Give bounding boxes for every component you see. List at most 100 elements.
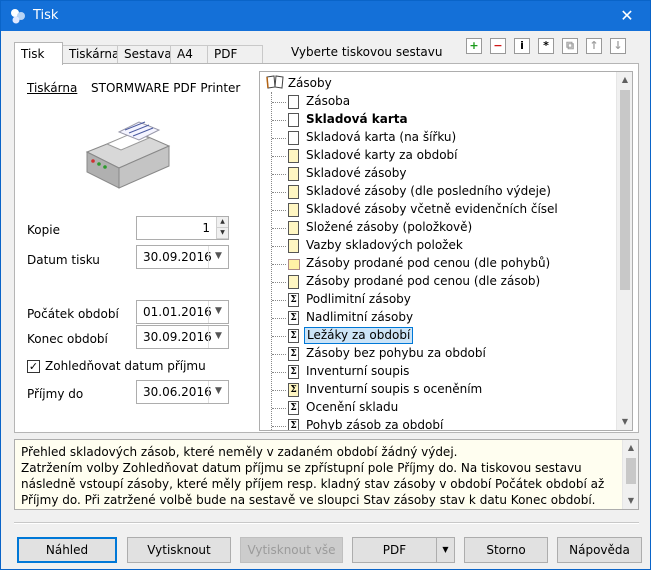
tab-a4[interactable]: A4 — [170, 45, 208, 64]
tree-connector — [272, 300, 286, 301]
tree-item-label: Skladové zásoby (dle posledního výdeje) — [306, 184, 551, 198]
tree-connector — [272, 408, 286, 409]
description-box: Přehled skladových zásob, které neměly v… — [14, 439, 639, 510]
kopie-label: Kopie — [27, 223, 60, 237]
konec-field[interactable]: 30.09.2016 ▼ — [136, 325, 229, 349]
tree-item-label: Skladové karty za období — [306, 148, 458, 162]
zohlednovat-label[interactable]: Zohledňovat datum příjmu — [45, 359, 206, 373]
chevron-down-icon[interactable]: ▼ — [208, 326, 228, 348]
sigma-icon: Σ — [288, 419, 299, 430]
printer-name: STORMWARE PDF Printer — [91, 81, 241, 95]
zohlednovat-checkbox[interactable]: ✓ — [27, 360, 40, 373]
sigma-icon: Σ — [288, 401, 299, 415]
scroll-thumb[interactable] — [626, 458, 636, 484]
description-line-1: Přehled skladových zásob, které neměly v… — [21, 445, 458, 459]
copy-icon[interactable]: ⧉ — [562, 38, 578, 54]
printer-icon — [85, 121, 171, 189]
tree-item-label: Podlimitní zásoby — [306, 292, 411, 306]
page-icon — [288, 131, 299, 145]
sigma-icon: Σ — [288, 383, 299, 397]
printer-label[interactable]: Tiskárna — [27, 81, 77, 95]
sigma-icon: Σ — [288, 311, 299, 325]
pocatek-label: Počátek období — [27, 307, 119, 321]
remove-report-icon[interactable]: − — [490, 38, 506, 54]
separator — [14, 522, 639, 524]
yellow-page-icon — [288, 167, 299, 181]
datum-tisku-label: Datum tisku — [27, 253, 100, 267]
close-icon[interactable]: ✕ — [604, 1, 650, 31]
yellow-page-icon — [288, 203, 299, 217]
tree-root-label: Zásoby — [287, 76, 332, 90]
page-icon — [288, 113, 299, 127]
tree-item-label: Inventurní soupis s oceněním — [306, 382, 483, 396]
tree-connector — [272, 282, 286, 283]
tree-item-label: Ležáky za období — [304, 327, 414, 344]
tree-scrollbar[interactable]: ▲ ▼ — [616, 72, 632, 430]
description-line-2: Zatržením volby Zohledňovat datum příjmu… — [21, 461, 605, 507]
nahled-button[interactable]: Náhled — [17, 537, 117, 563]
tree-connector — [272, 264, 286, 265]
report-tree[interactable]: Zásoby Zásoba Skladová karta Skladová kart… — [259, 71, 633, 431]
sigma-icon: Σ — [288, 365, 299, 379]
tree-item-label: Ocenění skladu — [306, 400, 399, 414]
datum-tisku-field[interactable]: 30.09.2016 ▼ — [136, 245, 229, 269]
pdf-button[interactable]: PDF ▼ — [352, 537, 455, 563]
tree-header: Vyberte tiskovou sestavu — [291, 45, 443, 59]
yellow-page-icon — [288, 239, 299, 253]
scroll-thumb[interactable] — [620, 90, 630, 290]
chevron-down-icon[interactable]: ▼ — [208, 246, 228, 268]
tree-connector — [272, 390, 286, 391]
open-book-icon — [266, 75, 284, 89]
scroll-up-icon[interactable]: ▲ — [617, 72, 632, 88]
napoveda-button[interactable]: Nápověda — [557, 537, 642, 563]
storno-button[interactable]: Storno — [464, 537, 548, 563]
tree-item-label: Zásoba — [306, 94, 351, 108]
prijmy-do-label: Příjmy do — [27, 387, 84, 401]
tree-item-label: Skladové zásoby včetně evidenčních čísel — [306, 202, 558, 216]
spin-up-icon[interactable]: ▲ — [217, 217, 228, 228]
tab-pdf[interactable]: PDF — [207, 45, 263, 64]
move-up-icon[interactable]: ↑ — [586, 38, 602, 54]
print-dialog: Tisk ✕ Tisk Tiskárna Sestava A4 PDF Vybe… — [0, 0, 651, 570]
info-icon[interactable]: i — [514, 38, 530, 54]
pocatek-field[interactable]: 01.01.2016 ▼ — [136, 300, 229, 324]
tree-item-label: Zásoby bez pohybu za období — [306, 346, 486, 360]
tab-panel-tisk: Tiskárna STORMWARE PDF Printer Kopie 1 ▲… — [14, 63, 639, 433]
tree-item-label: Skladová karta (na šířku) — [306, 130, 457, 144]
vytisknout-button[interactable]: Vytisknout — [127, 537, 231, 563]
tab-tisk[interactable]: Tisk — [14, 42, 63, 65]
tree-root[interactable]: Zásoby — [266, 75, 332, 93]
add-report-icon[interactable]: + — [466, 38, 482, 54]
spin-down-icon[interactable]: ▼ — [217, 228, 228, 239]
tree-item-label: Inventurní soupis — [306, 364, 410, 378]
tree-item-label: Nadlimitní zásoby — [306, 310, 414, 324]
yellow-page-icon — [288, 221, 299, 235]
yellow-page-icon — [288, 185, 299, 199]
app-icon — [11, 9, 25, 24]
chevron-down-icon[interactable]: ▼ — [208, 301, 228, 323]
kopie-spin[interactable]: ▲ ▼ — [216, 217, 228, 239]
asterisk-icon[interactable]: * — [538, 38, 554, 54]
scroll-down-icon[interactable]: ▼ — [623, 493, 639, 509]
tree-connector — [272, 354, 286, 355]
kopie-stepper[interactable]: 1 ▲ ▼ — [136, 216, 229, 240]
sigma-icon: Σ — [288, 293, 299, 307]
tab-tiskarna[interactable]: Tiskárna — [62, 45, 119, 64]
pocatek-value: 01.01.2016 — [143, 305, 212, 319]
tree-connector — [272, 372, 286, 373]
description-scrollbar[interactable]: ▲ ▼ — [622, 440, 638, 509]
kopie-value: 1 — [202, 221, 210, 235]
move-down-icon[interactable]: ↓ — [610, 38, 626, 54]
pdf-button-label: PDF — [382, 543, 407, 557]
tree-connector — [272, 426, 286, 427]
tree-guide — [271, 92, 272, 430]
sigma-icon: Σ — [288, 347, 299, 361]
chevron-down-icon[interactable]: ▼ — [436, 538, 454, 562]
scroll-up-icon[interactable]: ▲ — [623, 440, 639, 456]
title-bar: Tisk ✕ — [1, 1, 650, 31]
scroll-down-icon[interactable]: ▼ — [617, 414, 632, 430]
tree-item-label: Skladové zásoby — [306, 166, 407, 180]
tab-sestava[interactable]: Sestava — [117, 45, 172, 64]
prijmy-do-field[interactable]: 30.06.2016 ▼ — [136, 380, 229, 404]
chevron-down-icon[interactable]: ▼ — [208, 381, 228, 403]
